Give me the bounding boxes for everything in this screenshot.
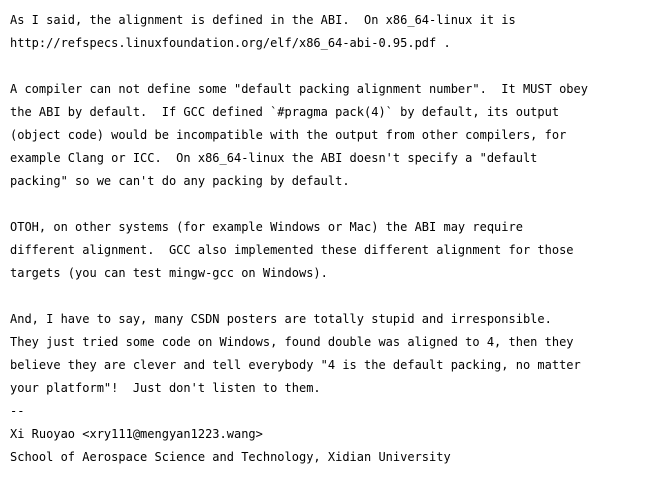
signature-separator: -- bbox=[10, 404, 25, 418]
message-line: A compiler can not define some "default … bbox=[10, 82, 588, 96]
message-line: the ABI by default. If GCC defined `#pra… bbox=[10, 105, 560, 119]
message-line: different alignment. GCC also implemente… bbox=[10, 243, 574, 257]
message-line: (object code) would be incompatible with… bbox=[10, 128, 567, 142]
message-line: And, I have to say, many CSDN posters ar… bbox=[10, 312, 552, 326]
message-line: packing" so we can't do any packing by d… bbox=[10, 174, 350, 188]
signature-affiliation: School of Aerospace Science and Technolo… bbox=[10, 450, 451, 464]
message-line: As I said, the alignment is defined in t… bbox=[10, 13, 516, 27]
message-line-link: http://refspecs.linuxfoundation.org/elf/… bbox=[10, 36, 451, 50]
message-line: targets (you can test mingw-gcc on Windo… bbox=[10, 266, 328, 280]
message-line: OTOH, on other systems (for example Wind… bbox=[10, 220, 523, 234]
message-line: They just tried some code on Windows, fo… bbox=[10, 335, 574, 349]
email-message-body: As I said, the alignment is defined in t… bbox=[10, 9, 650, 469]
signature-name-email: Xi Ruoyao <xry111@mengyan1223.wang> bbox=[10, 427, 263, 441]
message-line: example Clang or ICC. On x86_64-linux th… bbox=[10, 151, 538, 165]
message-line: your platform"! Just don't listen to the… bbox=[10, 381, 321, 395]
message-line: believe they are clever and tell everybo… bbox=[10, 358, 581, 372]
